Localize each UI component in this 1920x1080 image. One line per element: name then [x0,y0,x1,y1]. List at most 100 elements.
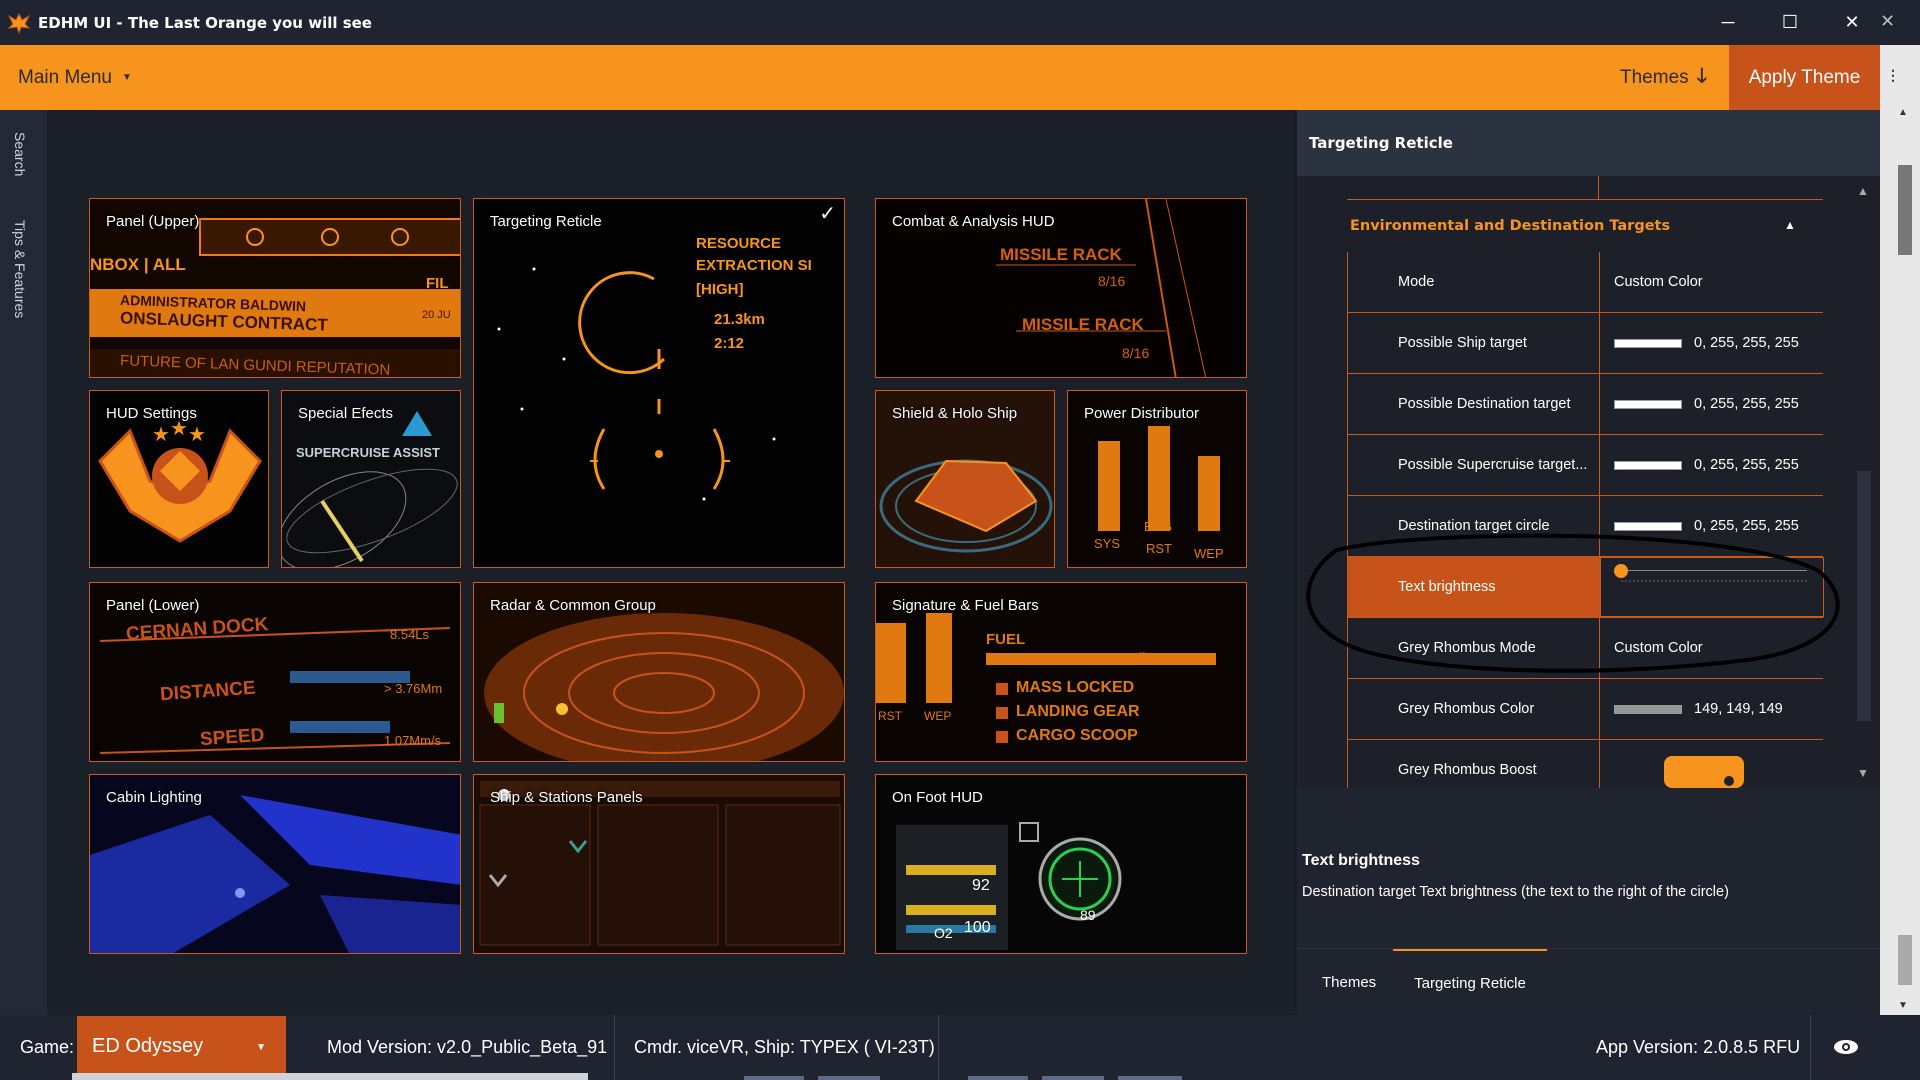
panel-tabs: Themes Targeting Reticle [1297,948,1880,1015]
tile-label: Shield & Holo Ship [892,405,1018,422]
search-tab[interactable]: Search [12,132,28,176]
tile-art-text: [HIGH] [696,281,744,298]
tile-art-text: 92 [972,877,990,894]
app-logo-icon [6,10,32,36]
column-separator [1599,374,1600,434]
main-menu-label: Main Menu [18,66,112,88]
property-row-grey-rhombus-color[interactable]: Grey Rhombus Color 149, 149, 149 [1347,679,1823,740]
mod-version: Mod Version: v2.0_Public_Beta_91 [327,1037,608,1057]
property-row-possible-ship-target[interactable]: Possible Ship target 0, 255, 255, 255 [1347,313,1823,374]
tile-art-text: FUEL [986,631,1026,648]
property-row-possible-destination-target[interactable]: Possible Destination target 0, 255, 255,… [1347,374,1823,435]
toggle-switch[interactable] [1664,756,1744,788]
tile-label: Ship & Stations Panels [490,789,643,806]
color-text: 0, 255, 255, 255 [1694,335,1799,351]
taskbar-item[interactable] [818,1076,880,1080]
tile-label: Targeting Reticle [490,213,602,230]
tile-cabin-lighting[interactable]: Cabin Lighting [89,774,461,954]
tile-art-text: LANDING GEAR [1016,703,1140,720]
tips-features-tab[interactable]: Tips & Features [12,220,28,318]
scroll-up-icon[interactable]: ▲ [1898,107,1908,118]
color-value[interactable]: 0, 255, 255, 255 [1614,435,1799,495]
game-select-value: ED Odyssey [92,1034,204,1057]
more-icon[interactable]: ⋮ [1886,67,1900,84]
status-bar: Game: ED Odyssey ▼ Mod Version: v2.0_Pub… [0,1015,1920,1080]
tile-radar-common-group[interactable]: Radar & Common Group [473,582,845,762]
property-row-grey-rhombus-boost[interactable]: Grey Rhombus Boost [1347,740,1823,788]
eye-icon[interactable] [1828,1031,1864,1063]
commander-info: Cmdr. viceVR, Ship: TYPEX ( VI-23T) [634,1037,935,1057]
tile-art-text: 8/16 [1098,273,1126,289]
tile-art-text: ENG [1144,519,1173,534]
column-separator [1599,313,1600,373]
tile-power-distributor[interactable]: SYS ENG WEP RST Power Distributor [1067,390,1247,568]
tile-art-text: SUPERCRUISE ASSIST [296,445,440,460]
arrow-down-icon: 🡓 [1696,64,1708,87]
tile-label: Panel (Lower) [106,597,200,614]
color-swatch[interactable] [1614,399,1682,409]
apply-theme-button[interactable]: Apply Theme [1729,45,1880,110]
scrollbar-thumb-lower[interactable] [1898,935,1912,985]
tile-special-efects[interactable]: SUPERCRUISE ASSIST Special Efects [281,390,461,568]
status-divider [614,1015,615,1080]
chevron-up-icon[interactable]: ▲ [1784,218,1796,232]
scroll-down-icon[interactable]: ▼ [1898,1000,1908,1011]
maximize-button[interactable]: ☐ [1759,0,1821,45]
toggle-knob [1724,776,1734,786]
tile-targeting-reticle[interactable]: RESOURCE EXTRACTION SI [HIGH] 21.3km 2:1… [473,198,845,568]
themes-button[interactable]: Themes 🡓 [1620,45,1707,110]
property-name: Grey Rhombus Color [1398,701,1535,717]
app-version: App Version: 2.0.8.5 RFU [1596,1037,1801,1057]
tab-themes[interactable]: Themes [1322,949,1376,1015]
tile-signature-fuel-bars[interactable]: FUEL 1.06/h MASS LOCKED LANDING GEAR CAR… [875,582,1247,762]
minimize-button[interactable]: ─ [1697,0,1759,45]
checkmark-icon: ✓ [819,203,836,225]
tile-on-foot-hud[interactable]: 92 100 O2 89 On Foot HUD [875,774,1247,954]
taskbar-item[interactable] [1118,1076,1182,1080]
color-swatch[interactable] [1614,460,1682,470]
svg-text:★: ★ [188,424,206,446]
annotation-circle [1306,533,1840,673]
description-title: Text brightness [1302,852,1420,869]
scroll-down-icon[interactable]: ▼ [1857,766,1869,780]
tile-panel-lower[interactable]: CERNAN DOCK 8.54Ls DISTANCE > 3.76Mm SPE… [89,582,461,762]
tile-ship-stations-panels[interactable]: Ship & Stations Panels [473,774,845,954]
status-divider [1810,1015,1811,1080]
scroll-up-icon[interactable]: ▲ [1857,184,1869,198]
property-value[interactable]: Custom Color [1614,252,1703,312]
boost-toggle[interactable] [1664,740,1744,788]
property-name: Grey Rhombus Boost [1398,762,1537,778]
tile-shield-holo-ship[interactable]: Shield & Holo Ship [875,390,1055,568]
tile-art-text: ENG [878,687,905,701]
tile-art-text: RST [1146,541,1172,556]
property-row-mode[interactable]: Mode Custom Color [1347,252,1823,313]
taskbar-item[interactable] [1042,1076,1104,1080]
color-swatch[interactable] [1614,338,1682,348]
close-button[interactable]: ✕ [1821,0,1883,45]
tile-hud-settings[interactable]: ★ ★ ★ HUD Settings [89,390,269,568]
tile-combat-analysis-hud[interactable]: MISSILE RACK 8/16 MISSILE RACK 8/16 Comb… [875,198,1247,378]
tile-panel-upper[interactable]: NBOX | ALL FIL ADMINISTRATOR BALDWIN ONS… [89,198,461,378]
taskbar-item[interactable] [744,1076,804,1080]
game-select[interactable]: ED Odyssey ▼ [77,1016,286,1076]
reticle-preview [474,199,844,567]
main-menu-button[interactable]: Main Menu ▼ [18,45,132,110]
game-label: Game: [20,1037,75,1057]
group-title: Environmental and Destination Targets [1350,218,1671,234]
property-name: Possible Ship target [1398,335,1527,351]
scrollbar-thumb[interactable] [1898,165,1912,255]
taskbar-item[interactable] [968,1076,1028,1080]
color-value[interactable]: 149, 149, 149 [1614,679,1783,739]
color-text: 0, 255, 255, 255 [1694,396,1799,412]
tile-art-text: CARGO SCOOP [1016,727,1138,744]
color-swatch[interactable] [1614,704,1682,714]
tile-art-text: 100 [964,919,991,936]
tab-targeting-reticle[interactable]: Targeting Reticle [1393,949,1547,1015]
color-value[interactable]: 0, 255, 255, 255 [1614,374,1799,434]
outer-scrollbar[interactable]: ✕ ⋮ ▲ ▼ [1880,11,1920,1015]
property-row-possible-supercruise-target[interactable]: Possible Supercruise target... 0, 255, 2… [1347,435,1823,496]
tile-art-text: WEP [1194,546,1224,561]
color-value[interactable]: 0, 255, 255, 255 [1614,313,1799,373]
group-header[interactable]: Environmental and Destination Targets ▲ [1312,206,1838,246]
tile-label: On Foot HUD [892,789,983,806]
